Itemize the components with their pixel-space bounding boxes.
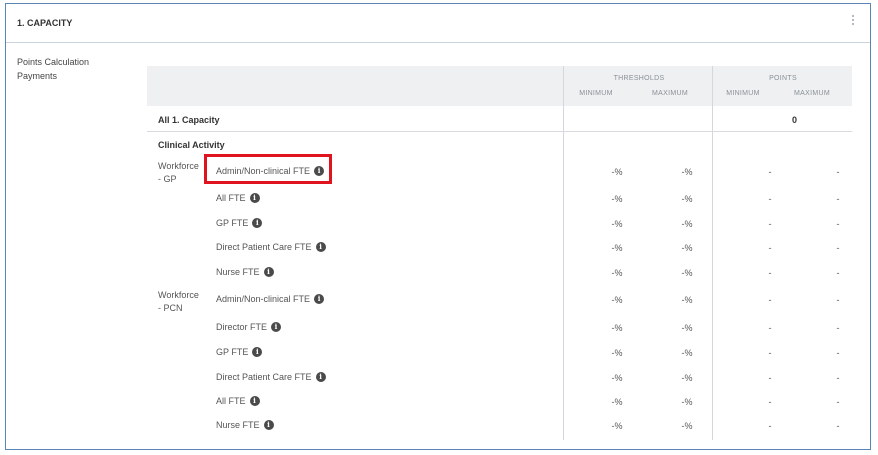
info-icon[interactable]: i [249,193,260,203]
cell-t-max: -% [681,243,693,253]
cell-p-max: - [836,397,840,407]
cell-p-min: - [768,348,772,358]
metric-label-text: Direct Patient Care FTE [216,242,312,252]
metric-label-text: GP FTE [216,218,249,228]
metric-label-text: Nurse FTE [216,267,260,277]
metric-label-text: Direct Patient Care FTE [216,372,312,382]
cell-t-max: -% [681,268,693,278]
thresholds-header: THRESHOLDS [613,75,665,82]
cell-t-min: -% [611,194,623,204]
cell-t-max: -% [681,194,693,204]
metric-row-label: Admin/Non-clinical FTE i [216,166,325,176]
cell-p-max: - [836,421,840,431]
cell-t-max: -% [681,219,693,229]
cell-p-max: - [836,323,840,333]
cell-p-max: - [836,243,840,253]
cell-p-min: - [768,219,772,229]
metric-row-label: Nurse FTE i [216,267,274,277]
cell-p-max: - [836,373,840,383]
points-max-header: MAXIMUM [794,90,830,97]
metric-row-label: All FTE i [216,193,260,203]
cell-t-max: -% [681,167,693,177]
clinical-activity-label: Clinical Activity [158,140,225,150]
cell-t-min: -% [611,323,623,333]
cell-p-min: - [768,373,772,383]
cell-p-max: - [836,348,840,358]
info-icon[interactable]: i [314,294,325,304]
cell-p-max: - [836,219,840,229]
metric-row-label: Director FTE i [216,322,282,332]
cell-t-max: -% [681,323,693,333]
metric-label-text: GP FTE [216,347,249,357]
cell-p-max: - [836,295,840,305]
metric-label-text: Admin/Non-clinical FTE [216,166,311,176]
cell-p-max: - [836,268,840,278]
metric-label-text: Director FTE [216,322,268,332]
section-header: 1. CAPACITY [6,4,870,43]
metric-row-label: GP FTE i [216,347,263,357]
cell-p-min: - [768,323,772,333]
cell-t-max: -% [681,421,693,431]
cell-t-min: -% [611,348,623,358]
metric-row-label: Direct Patient Care FTE i [216,242,326,252]
cell-t-min: -% [611,268,623,278]
metric-row-label: All FTE i [216,396,260,406]
all-capacity-points: 0 [792,115,798,125]
cell-t-max: -% [681,397,693,407]
section-title: 1. CAPACITY [17,18,73,28]
cell-p-min: - [768,421,772,431]
group-label-workforce-pcn: Workforce - PCN [158,290,199,313]
kebab-menu-icon[interactable] [851,15,855,29]
info-icon[interactable]: i [263,267,274,277]
metric-row-label: Admin/Non-clinical FTE i [216,294,325,304]
info-icon[interactable]: i [252,347,263,357]
points-calculation-payments-label: Points Calculation Payments [17,57,90,81]
metric-label-text: Nurse FTE [216,420,260,430]
info-icon[interactable]: i [271,322,282,332]
info-icon[interactable]: i [249,396,260,406]
cell-p-min: - [768,194,772,204]
column-divider [563,66,564,440]
cell-t-min: -% [611,373,623,383]
row-divider [147,131,852,132]
cell-t-min: -% [611,243,623,253]
metric-label-text: All FTE [216,396,246,406]
cell-t-min: -% [611,397,623,407]
cell-p-min: - [768,243,772,253]
all-capacity-label: All 1. Capacity [158,115,220,125]
cell-p-max: - [836,194,840,204]
table-header: THRESHOLDS POINTS MINIMUM MAXIMUM MINIMU… [147,66,852,106]
cell-p-min: - [768,167,772,177]
metric-row-label: Direct Patient Care FTE i [216,372,326,382]
cell-t-max: -% [681,348,693,358]
info-icon[interactable]: i [315,372,326,382]
metric-label-text: All FTE [216,193,246,203]
cell-p-min: - [768,295,772,305]
capacity-panel: 1. CAPACITY Points Calculation Payments … [5,3,871,450]
cell-p-min: - [768,268,772,278]
column-divider [712,66,713,440]
metric-row-label: Nurse FTE i [216,420,274,430]
thresholds-min-header: MINIMUM [579,90,613,97]
metric-row-label: GP FTE i [216,218,263,228]
cell-t-min: -% [611,167,623,177]
cell-p-min: - [768,397,772,407]
points-min-header: MINIMUM [726,90,760,97]
metric-label-text: Admin/Non-clinical FTE [216,294,311,304]
group-label-workforce-gp: Workforce - GP [158,161,199,184]
cell-t-max: -% [681,295,693,305]
cell-p-max: - [836,167,840,177]
thresholds-max-header: MAXIMUM [652,90,688,97]
info-icon[interactable]: i [263,420,274,430]
info-icon[interactable]: i [315,242,326,252]
cell-t-min: -% [611,295,623,305]
points-header: POINTS [769,75,797,82]
cell-t-min: -% [611,421,623,431]
cell-t-min: -% [611,219,623,229]
info-icon[interactable]: i [314,166,325,176]
cell-t-max: -% [681,373,693,383]
info-icon[interactable]: i [252,218,263,228]
